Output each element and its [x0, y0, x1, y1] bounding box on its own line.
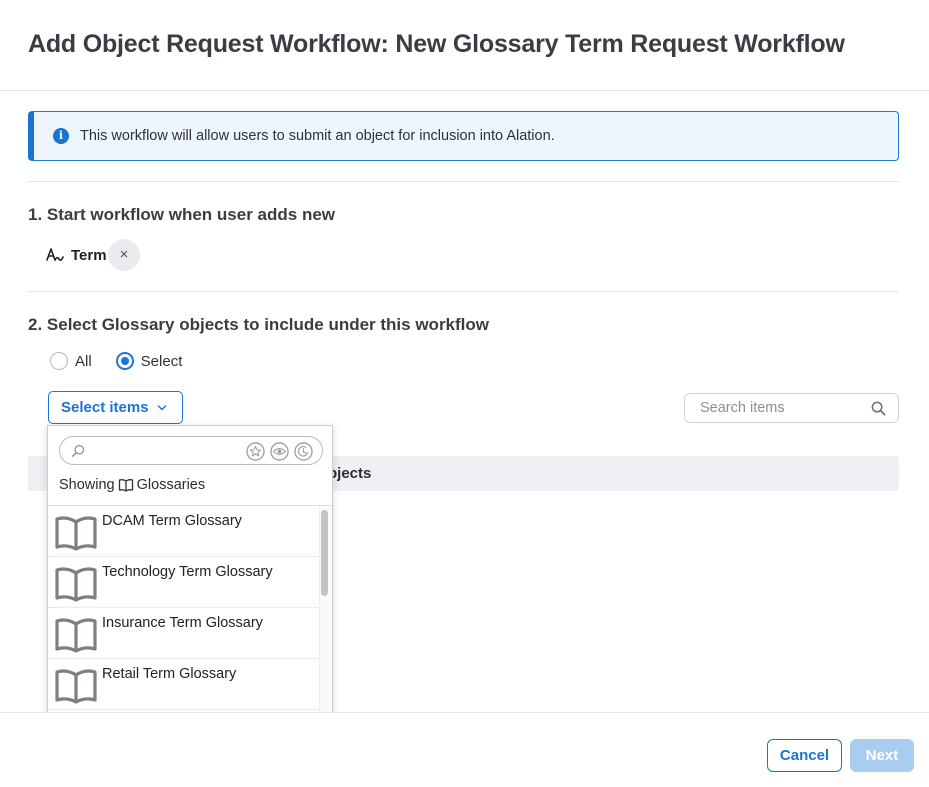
dropdown-search-field[interactable]	[59, 436, 323, 465]
select-items-button[interactable]: Select items	[48, 391, 183, 424]
dialog-header: Add Object Request Workflow: New Glossar…	[0, 0, 929, 91]
step1-title: 1. Start workflow when user adds new	[28, 205, 336, 224]
dropdown-item-list: DCAM Term Glossary Technology Term Gloss…	[48, 506, 318, 710]
term-chip: Term ×	[45, 239, 140, 271]
book-icon	[55, 567, 97, 602]
dropdown-item[interactable]: DCAM Term Glossary	[48, 506, 318, 557]
next-button[interactable]: Next	[850, 739, 914, 772]
divider	[28, 291, 899, 292]
search-icon	[72, 444, 85, 457]
dropdown-item[interactable]: Retail Term Glossary	[48, 659, 318, 710]
chevron-down-icon	[157, 404, 166, 410]
dropdown-item-label: Technology Term Glossary	[102, 564, 273, 580]
star-icon[interactable]	[246, 442, 265, 461]
book-icon	[55, 516, 97, 551]
search-items-input[interactable]	[685, 394, 865, 422]
info-icon: i	[53, 128, 69, 144]
book-icon	[55, 618, 97, 653]
eye-icon[interactable]	[270, 442, 289, 461]
dropdown-item-label: DCAM Term Glossary	[102, 513, 242, 529]
dropdown-item[interactable]: Insurance Term Glossary	[48, 608, 318, 659]
search-icon[interactable]	[871, 401, 886, 416]
radio-all[interactable]	[50, 352, 68, 370]
radio-select[interactable]	[115, 352, 134, 370]
select-items-label: Select items	[61, 399, 149, 416]
step2-title: 2. Select Glossary objects to include un…	[28, 315, 490, 334]
dropdown-item-label: Insurance Term Glossary	[102, 615, 263, 631]
term-icon	[46, 248, 64, 261]
dropdown-showing-label: Showing Glossaries	[59, 477, 205, 493]
clock-icon[interactable]	[294, 442, 313, 461]
term-chip-label: Term	[71, 246, 107, 264]
scope-radio-group: All Select	[50, 352, 206, 370]
dropdown-scrollbar-thumb[interactable]	[321, 510, 328, 596]
radio-all-label[interactable]: All	[75, 353, 92, 370]
book-icon	[118, 479, 133, 492]
select-items-dropdown: Showing Glossaries DCAM Term Glossary Te…	[47, 425, 333, 725]
showing-prefix: Showing	[59, 477, 115, 493]
cancel-button[interactable]: Cancel	[767, 739, 842, 772]
table-header-label: bjects	[328, 465, 372, 482]
book-icon	[55, 669, 97, 704]
dialog-footer: Cancel Next	[0, 712, 929, 787]
divider	[28, 181, 899, 182]
showing-type: Glossaries	[136, 477, 206, 493]
info-banner-text: This workflow will allow users to submit…	[80, 128, 555, 144]
dropdown-item-label: Retail Term Glossary	[102, 666, 237, 682]
chip-remove-button[interactable]: ×	[108, 239, 140, 271]
search-items-box	[684, 393, 899, 423]
dropdown-item[interactable]: Technology Term Glossary	[48, 557, 318, 608]
dialog-title: Add Object Request Workflow: New Glossar…	[28, 30, 845, 58]
info-banner: i This workflow will allow users to subm…	[28, 111, 899, 161]
radio-select-label[interactable]: Select	[141, 353, 183, 370]
